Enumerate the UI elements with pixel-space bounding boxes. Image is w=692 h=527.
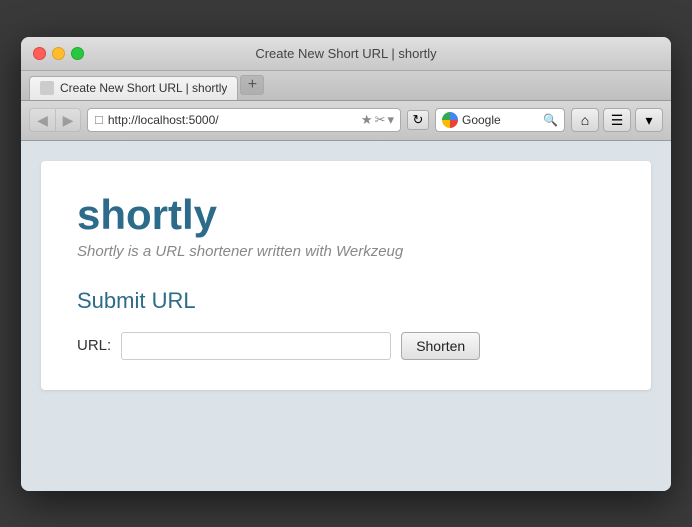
section-title: Submit URL xyxy=(77,288,615,314)
url-label: URL: xyxy=(77,337,111,354)
dropdown-icon[interactable]: ▾ xyxy=(387,112,394,128)
bookmark-star-icon[interactable]: ★ xyxy=(361,112,373,128)
url-form: URL: Shorten xyxy=(77,332,615,360)
new-tab-button[interactable]: + xyxy=(240,75,264,95)
toolbar: ◀ ▶ ☐ http://localhost:5000/ ★ ✂ ▾ ↻ Goo… xyxy=(21,101,671,141)
search-text: Google xyxy=(462,113,539,127)
google-icon xyxy=(442,112,458,128)
window-title: Create New Short URL | shortly xyxy=(255,46,436,61)
app-title: shortly xyxy=(77,191,615,239)
page-icon: ☐ xyxy=(94,114,104,127)
address-bar[interactable]: ☐ http://localhost:5000/ ★ ✂ ▾ xyxy=(87,108,401,132)
minimize-button[interactable] xyxy=(52,47,65,60)
back-icon: ◀ xyxy=(37,112,48,129)
home-button[interactable]: ⌂ xyxy=(571,108,599,132)
content-card: shortly Shortly is a URL shortener writt… xyxy=(41,161,651,390)
extensions-icon: ☰ xyxy=(611,112,624,129)
extensions-button[interactable]: ☰ xyxy=(603,108,631,132)
tab-favicon xyxy=(40,81,54,95)
menu-icon: ▾ xyxy=(645,112,652,129)
menu-button[interactable]: ▾ xyxy=(635,108,663,132)
toolbar-right: ⌂ ☰ ▾ xyxy=(571,108,663,132)
app-subtitle: Shortly is a URL shortener written with … xyxy=(77,243,615,260)
tab-label: Create New Short URL | shortly xyxy=(60,81,227,95)
scissors-icon[interactable]: ✂ xyxy=(375,112,386,128)
refresh-icon: ↻ xyxy=(413,112,424,128)
browser-window: Create New Short URL | shortly Create Ne… xyxy=(21,37,671,491)
shorten-button[interactable]: Shorten xyxy=(401,332,480,360)
forward-button[interactable]: ▶ xyxy=(55,108,81,132)
search-icon: 🔍 xyxy=(543,113,558,127)
address-text: http://localhost:5000/ xyxy=(108,113,357,127)
forward-icon: ▶ xyxy=(63,112,74,129)
nav-buttons: ◀ ▶ xyxy=(29,108,81,132)
url-input[interactable] xyxy=(121,332,391,360)
refresh-button[interactable]: ↻ xyxy=(407,110,429,130)
traffic-lights xyxy=(33,47,84,60)
search-bar[interactable]: Google 🔍 xyxy=(435,108,565,132)
title-bar: Create New Short URL | shortly xyxy=(21,37,671,71)
maximize-button[interactable] xyxy=(71,47,84,60)
tab-bar: Create New Short URL | shortly + xyxy=(21,71,671,101)
home-icon: ⌂ xyxy=(581,112,589,128)
back-button[interactable]: ◀ xyxy=(29,108,55,132)
address-actions: ★ ✂ ▾ xyxy=(361,112,394,128)
page-content: shortly Shortly is a URL shortener writt… xyxy=(21,141,671,491)
active-tab[interactable]: Create New Short URL | shortly xyxy=(29,76,238,100)
close-button[interactable] xyxy=(33,47,46,60)
